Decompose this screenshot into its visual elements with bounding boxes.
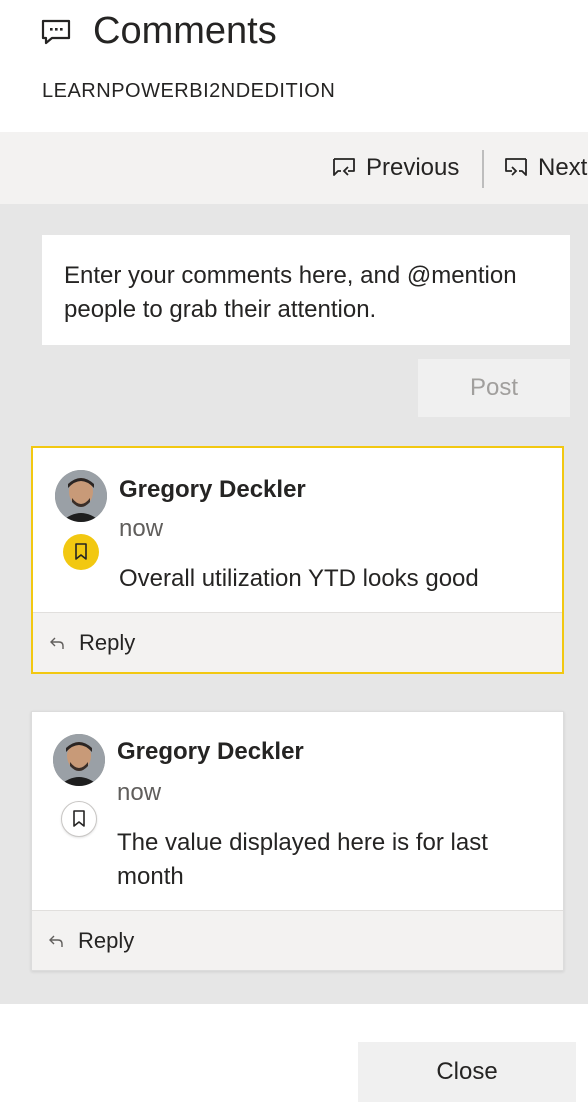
- comment-navigation-bar: Previous Next: [0, 132, 588, 204]
- comment-time: now: [117, 779, 162, 806]
- comments-panel: Enter your comments here, and @mention p…: [0, 204, 588, 1004]
- comment-previous-icon: [333, 158, 355, 176]
- close-button[interactable]: Close: [358, 1042, 576, 1102]
- panel-header: Comments LEARNPOWERBI2NDEDITION: [0, 0, 588, 132]
- reply-icon: [50, 637, 64, 649]
- comment-text: The value displayed here is for last mon…: [117, 829, 488, 890]
- reply-label: Reply: [79, 629, 136, 655]
- reply-icon: [49, 935, 63, 947]
- comment-author: Gregory Deckler: [117, 738, 304, 765]
- previous-label: Previous: [366, 154, 460, 181]
- report-name: LEARNPOWERBI2NDEDITION: [42, 80, 336, 102]
- bookmark-icon[interactable]: [63, 534, 99, 570]
- avatar: [55, 470, 107, 522]
- nav-divider: [482, 150, 484, 188]
- next-button[interactable]: Next: [504, 152, 587, 184]
- avatar: [53, 734, 105, 786]
- comment-time: now: [119, 515, 164, 542]
- post-button[interactable]: Post: [418, 359, 570, 417]
- next-label: Next: [538, 154, 588, 181]
- comment-author: Gregory Deckler: [119, 476, 306, 503]
- page-title: Comments: [93, 10, 277, 52]
- comment-next-icon: [505, 158, 527, 176]
- reply-button[interactable]: Reply: [32, 910, 563, 970]
- comment-icon: [41, 19, 71, 45]
- bookmark-icon[interactable]: [61, 801, 97, 837]
- comment-card[interactable]: Gregory Deckler now The value displayed …: [31, 711, 564, 971]
- comment-card[interactable]: Gregory Deckler now Overall utilization …: [31, 446, 564, 674]
- reply-button[interactable]: Reply: [33, 612, 562, 672]
- comment-text: Overall utilization YTD looks good: [119, 565, 479, 592]
- comment-input[interactable]: Enter your comments here, and @mention p…: [42, 235, 570, 345]
- previous-button[interactable]: Previous: [332, 152, 459, 184]
- reply-label: Reply: [78, 927, 135, 953]
